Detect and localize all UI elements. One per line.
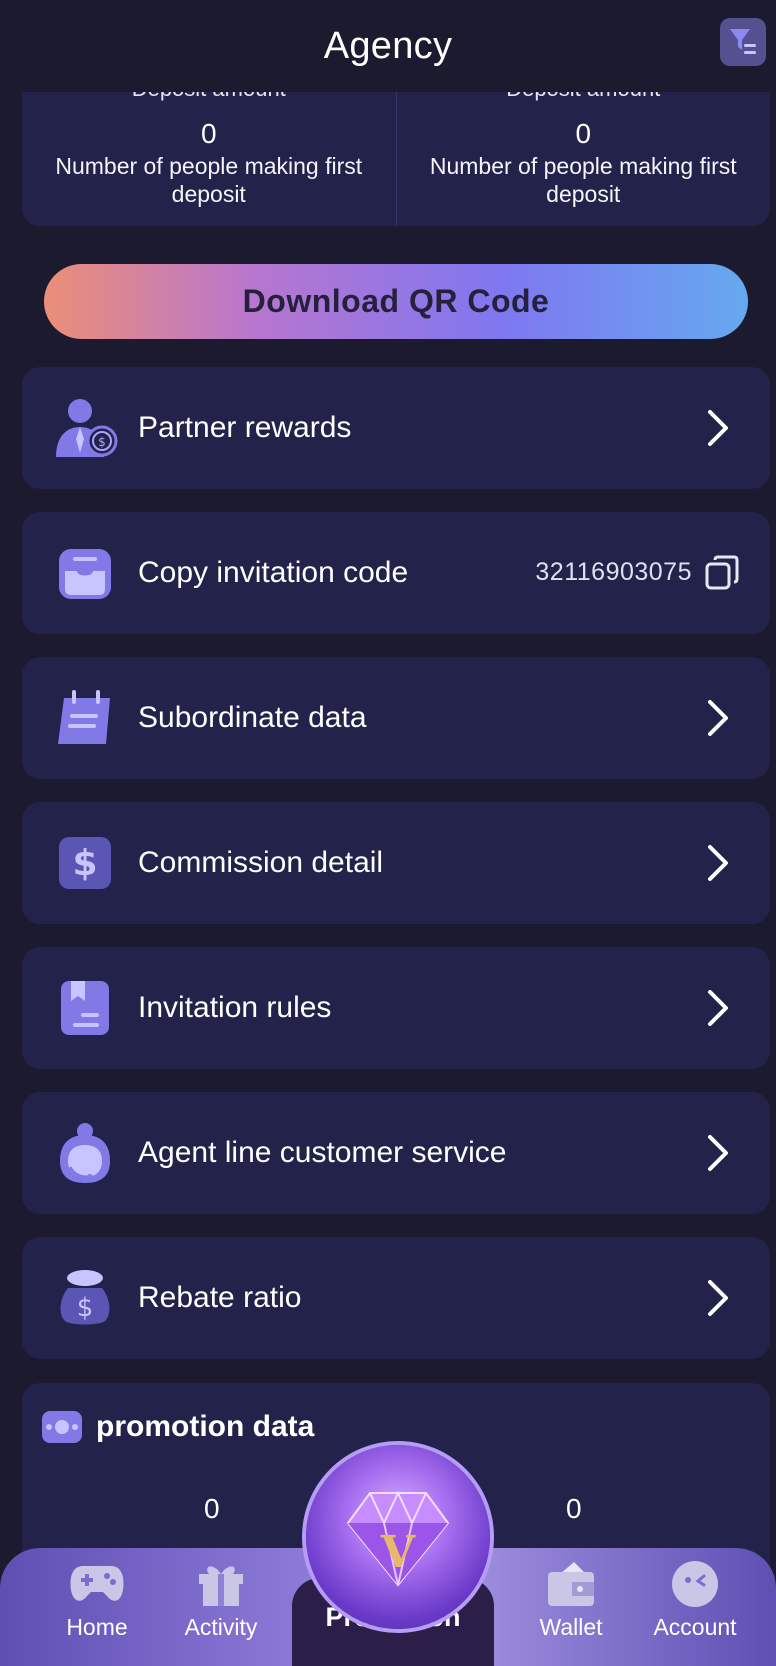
promotion-left-value: 0 [204, 1493, 220, 1524]
menu-label: Copy invitation code [138, 556, 409, 589]
nav-label: Home [66, 1614, 128, 1640]
chevron-right-icon [708, 990, 728, 1026]
promotion-diamond-button[interactable]: V [306, 1445, 490, 1629]
menu-item-commission-detail[interactable]: $ Commission detail [22, 802, 770, 924]
nav-wallet[interactable]: Wallet [516, 1560, 626, 1641]
menu-label: Rebate ratio [138, 1281, 302, 1314]
chevron-right-icon [708, 845, 728, 881]
stats-label: Number of people making first deposit [429, 153, 737, 207]
stats-label: Number of people making first deposit [55, 153, 363, 207]
gamepad-icon [69, 1560, 125, 1608]
menu-item-invitation-rules[interactable]: Invitation rules [22, 947, 770, 1069]
menu-label: Agent line customer service [138, 1136, 507, 1169]
calendar-icon [50, 683, 120, 753]
copy-icon[interactable] [704, 555, 740, 591]
promotion-data-header: promotion data [40, 1409, 314, 1445]
menu-label: Subordinate data [138, 701, 367, 734]
menu-label: Invitation rules [138, 991, 332, 1024]
promotion-right-value: 0 [566, 1493, 582, 1524]
promotion-data-icon [42, 1411, 82, 1443]
nav-label: Account [653, 1614, 737, 1640]
download-qr-code-button[interactable]: Download QR Code [44, 264, 748, 339]
dollar-icon: $ [50, 828, 120, 898]
top-bar: Agency [0, 0, 776, 92]
nav-label: Wallet [539, 1614, 603, 1640]
account-icon [667, 1560, 723, 1608]
chevron-right-icon [708, 1135, 728, 1171]
chevron-right-icon [708, 700, 728, 736]
menu-item-copy-invitation-code[interactable]: Copy invitation code 32116903075 [22, 512, 770, 634]
nav-home[interactable]: Home [42, 1560, 152, 1641]
nav-account[interactable]: Account [640, 1560, 750, 1641]
diamond-icon: V [346, 1490, 450, 1587]
stats-value: 0 [575, 118, 592, 149]
chevron-right-icon [708, 1280, 728, 1316]
chevron-right-icon [708, 410, 728, 446]
menu-label: Partner rewards [138, 411, 352, 444]
menu-item-subordinate-data[interactable]: Subordinate data [22, 657, 770, 779]
nav-label: Activity [184, 1614, 258, 1640]
menu-label: Commission detail [138, 846, 384, 879]
nav-activity[interactable]: Activity [166, 1560, 276, 1641]
svg-text:$: $ [98, 435, 106, 449]
svg-text:$: $ [77, 1293, 94, 1323]
invitation-code-value: 32116903075 [535, 558, 692, 586]
filter-icon [730, 29, 756, 54]
bookmark-icon [50, 973, 120, 1043]
stats-value: 0 [200, 118, 217, 149]
partner-icon: $ [50, 393, 120, 463]
promotion-data-title: promotion data [96, 1410, 315, 1443]
gift-icon [193, 1560, 249, 1608]
svg-text:$: $ [72, 843, 97, 884]
menu-item-partner-rewards[interactable]: $ Partner rewards [22, 367, 770, 489]
menu-item-rebate-ratio[interactable]: $ Rebate ratio [22, 1237, 770, 1359]
page-title: Agency [323, 24, 453, 67]
inbox-icon [50, 538, 120, 608]
menu-item-agent-line-customer-service[interactable]: Agent line customer service [22, 1092, 770, 1214]
money-bag-icon: $ [50, 1263, 120, 1333]
headset-icon [50, 1118, 120, 1188]
svg-text:V: V [380, 1527, 416, 1578]
wallet-icon [543, 1560, 599, 1608]
filter-button[interactable] [720, 18, 766, 66]
